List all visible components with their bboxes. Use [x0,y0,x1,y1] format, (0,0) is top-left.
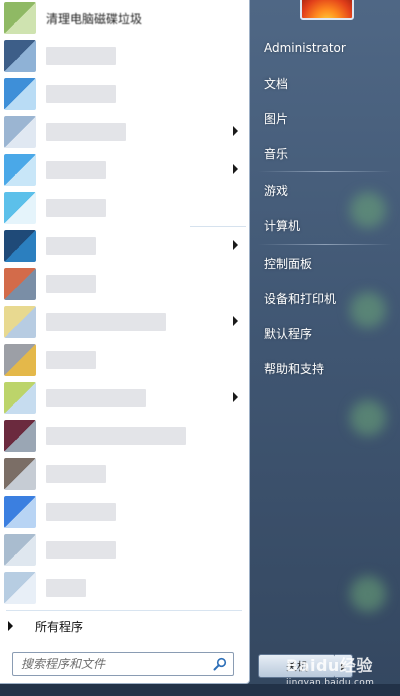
blurred-program-label [46,427,186,445]
user-picture-flower[interactable] [300,0,354,20]
submenu-arrow-icon [233,240,238,250]
all-programs-button[interactable]: 所有程序 [8,616,242,636]
submenu-arrow-icon [233,392,238,402]
chevron-right-icon [8,621,13,631]
desktop-blur-circle [350,576,386,612]
submenu-arrow-icon [233,316,238,326]
documents-link[interactable]: 文档 [258,71,392,95]
blurred-program-label [46,161,106,179]
program-item[interactable] [4,76,246,112]
blurred-program-label [46,47,116,65]
program-item[interactable] [4,380,246,416]
control-panel-link[interactable]: 控制面板 [258,251,392,275]
search-input[interactable] [21,657,207,671]
program-list: 清理电脑磁碟垃圾 [0,0,250,606]
program-icon [4,154,36,186]
program-icon [4,458,36,490]
start-menu-right-pane [250,0,400,696]
program-icon [4,268,36,300]
submenu-arrow-icon [233,126,238,136]
all-programs-divider [6,610,242,611]
program-item[interactable] [4,342,246,378]
games-link[interactable]: 游戏 [258,178,392,202]
start-menu-left-pane: 清理电脑磁碟垃圾 所有程序 [0,0,250,684]
program-item[interactable] [4,38,246,74]
submenu-arrow-icon [233,164,238,174]
blurred-program-label [46,351,96,369]
program-item[interactable] [4,304,246,340]
program-item[interactable] [4,266,246,302]
program-icon [4,306,36,338]
start-menu: 清理电脑磁碟垃圾 所有程序 Administrator 文档 图片 音乐 游戏 … [0,0,400,696]
program-icon [4,382,36,414]
program-icon [4,420,36,452]
blurred-program-label [46,237,96,255]
watermark-main: Baidu经验 [286,656,373,675]
program-item-label: 清理电脑磁碟垃圾 [46,11,143,26]
blurred-program-label [46,465,106,483]
program-item[interactable] [4,570,246,606]
search-icon[interactable] [213,657,227,671]
blurred-program-label [46,579,86,597]
help-support-link[interactable]: 帮助和支持 [258,356,392,380]
default-programs-link[interactable]: 默认程序 [258,321,392,345]
taskbar [0,684,400,696]
devices-printers-link[interactable]: 设备和打印机 [258,286,392,310]
program-item[interactable] [4,532,246,568]
blurred-program-label [46,313,166,331]
search-box[interactable] [12,652,234,676]
blurred-program-label [46,541,116,559]
pictures-link[interactable]: 图片 [258,106,392,130]
program-item[interactable] [4,190,246,226]
program-icon [4,78,36,110]
program-icon [4,344,36,376]
program-icon [4,40,36,72]
program-item[interactable] [4,456,246,492]
right-menu-separator [258,244,392,245]
program-item[interactable] [4,494,246,530]
program-icon [4,496,36,528]
program-icon [4,116,36,148]
program-icon [4,2,36,34]
program-item[interactable]: 清理电脑磁碟垃圾 [4,0,246,36]
computer-link[interactable]: 计算机 [258,213,392,237]
blurred-program-label [46,123,126,141]
blurred-program-label [46,389,146,407]
program-icon [4,192,36,224]
blurred-program-label [46,503,116,521]
program-icon [4,230,36,262]
program-list-separator [190,226,246,227]
right-menu-separator [258,171,392,172]
user-folder-link[interactable]: Administrator [258,36,392,60]
program-item[interactable] [4,228,246,264]
program-item[interactable] [4,152,246,188]
all-programs-label: 所有程序 [35,619,84,634]
blurred-program-label [46,199,106,217]
music-link[interactable]: 音乐 [258,141,392,165]
program-icon [4,572,36,604]
program-icon [4,534,36,566]
program-item[interactable] [4,114,246,150]
blurred-program-label [46,275,96,293]
desktop-blur-circle [350,400,386,436]
blurred-program-label [46,85,116,103]
program-item[interactable] [4,418,246,454]
